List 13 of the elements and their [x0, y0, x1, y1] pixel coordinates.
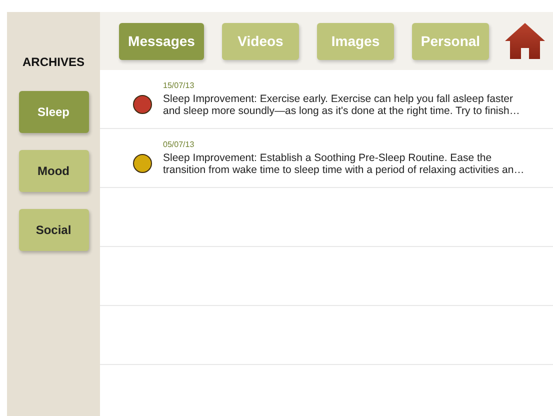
message-text[interactable]: Sleep Improvement: Establish a Soothing Pre-Sleep Routine. Ease the transition from wake time to sleep time with a period of relaxing activities an… — [163, 152, 524, 176]
tab[interactable]: Videos — [222, 22, 299, 60]
tab[interactable]: Personal — [412, 22, 489, 60]
tab[interactable]: Messages — [119, 22, 204, 60]
category-button[interactable]: Sleep — [18, 91, 88, 133]
home-icon[interactable] — [505, 23, 545, 59]
sidebar-title: ARCHIVES — [22, 55, 84, 69]
category-button[interactable]: Mood — [18, 150, 88, 192]
message-text[interactable]: Sleep Improvement: Exercise early. Exercise can help you fall asleep faster and sleep more soundly—as long as it's done at the right time. Try to finish… — [163, 93, 520, 117]
message-date: 05/07/13 — [163, 140, 196, 149]
message-date: 15/07/13 — [163, 81, 196, 90]
category-button[interactable]: Social — [18, 209, 88, 251]
tab[interactable]: Images — [317, 22, 394, 60]
